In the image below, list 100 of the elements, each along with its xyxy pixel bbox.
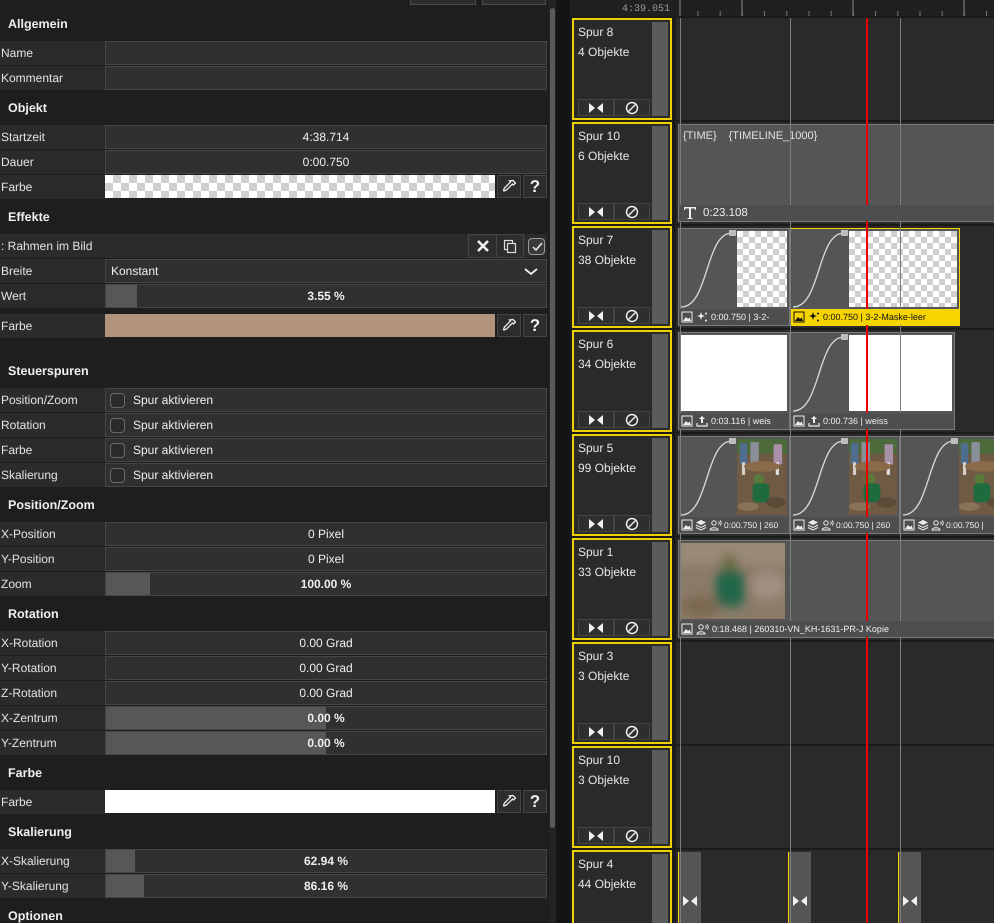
- track-name: Spur 10: [578, 128, 622, 144]
- track-header[interactable]: Spur 10 6 Objekte: [572, 122, 672, 224]
- track-header[interactable]: Spur 10 3 Objekte: [572, 746, 672, 848]
- clip-caption: 0:18.468 | 260310-VN_KH-1631-PR-J Kopie: [712, 624, 889, 634]
- transition-button[interactable]: [578, 827, 614, 844]
- timeline-clip[interactable]: 0:00.750 | 260: [790, 436, 900, 534]
- color-swatch[interactable]: [105, 175, 495, 198]
- disable-button[interactable]: [614, 827, 650, 844]
- disable-button[interactable]: [614, 99, 650, 116]
- eyedropper-icon: [502, 318, 516, 333]
- bowtie-icon: [589, 102, 603, 112]
- image-icon: [681, 623, 693, 635]
- text-field[interactable]: [105, 41, 547, 65]
- transition-button[interactable]: [578, 203, 614, 220]
- text-field[interactable]: 0.00 Grad: [105, 681, 547, 705]
- transition-marker[interactable]: [898, 852, 921, 923]
- track-header[interactable]: Spur 7 38 Objekte: [572, 226, 672, 328]
- person-sound-icon: [821, 519, 834, 531]
- track-name: Spur 5: [578, 440, 614, 456]
- checkbox[interactable]: [110, 392, 125, 408]
- disable-button[interactable]: [614, 203, 650, 220]
- checkbox-label[interactable]: Spur aktivieren: [133, 443, 214, 457]
- field-label: Wert: [0, 284, 105, 308]
- transition-marker[interactable]: [788, 852, 811, 923]
- text-field[interactable]: 0:00.750: [105, 150, 547, 174]
- checkbox[interactable]: [110, 442, 125, 458]
- disable-button[interactable]: [614, 723, 650, 740]
- section-title: Effekte: [8, 210, 50, 224]
- section-title: Objekt: [8, 101, 47, 115]
- field-label: Farbe: [0, 790, 105, 814]
- value-slider[interactable]: 62.94 %: [105, 849, 547, 873]
- checkbox-label[interactable]: Spur aktivieren: [133, 418, 214, 432]
- text-field[interactable]: 0.00 Grad: [105, 656, 547, 680]
- value-slider[interactable]: 3.55 %: [105, 284, 547, 308]
- scrollbar-thumb[interactable]: [550, 8, 555, 828]
- transition-button[interactable]: [578, 307, 614, 324]
- help-button[interactable]: ?: [523, 175, 547, 198]
- transition-button[interactable]: [578, 515, 614, 532]
- dropdown[interactable]: Konstant: [105, 259, 547, 283]
- effect-title: : Rahmen im Bild: [1, 239, 92, 253]
- field-label: Rotation: [0, 413, 105, 437]
- bowtie-icon: [589, 830, 603, 840]
- help-button[interactable]: ?: [523, 314, 547, 337]
- track-header[interactable]: Spur 6 34 Objekte: [572, 330, 672, 432]
- text-field[interactable]: 4:38.714: [105, 125, 547, 149]
- object-count: 3 Objekte: [578, 668, 630, 684]
- transition-marker[interactable]: [678, 852, 701, 923]
- text-field[interactable]: 0 Pixel: [105, 522, 547, 546]
- timeline-clip[interactable]: 0:00.750 |: [900, 436, 994, 534]
- disable-button[interactable]: [614, 515, 650, 532]
- track-name: Spur 4: [578, 856, 614, 872]
- text-field[interactable]: 0 Pixel: [105, 547, 547, 571]
- transition-button[interactable]: [578, 411, 614, 428]
- color-swatch[interactable]: [105, 314, 495, 337]
- eyedropper-button[interactable]: [497, 790, 521, 813]
- timeline-clip[interactable]: 0:00.750 | 3-2-: [678, 228, 790, 326]
- transition-button[interactable]: [578, 99, 614, 116]
- value-slider[interactable]: 86.16 %: [105, 874, 547, 898]
- disable-button[interactable]: [614, 307, 650, 324]
- object-count: 3 Objekte: [578, 772, 630, 788]
- eyedropper-button[interactable]: [497, 175, 521, 198]
- prohibited-icon: [625, 620, 639, 634]
- timeline-clip[interactable]: 0:00.736 | weiss: [790, 332, 955, 430]
- track-header[interactable]: Spur 1 33 Objekte: [572, 538, 672, 640]
- checkbox[interactable]: [528, 238, 545, 254]
- timeline-clip[interactable]: 0:03.116 | weis: [678, 332, 790, 430]
- checkbox[interactable]: [110, 468, 125, 482]
- prohibited-icon: [625, 100, 639, 114]
- checkbox[interactable]: [110, 418, 125, 432]
- disable-button[interactable]: [614, 411, 650, 428]
- eyedropper-button[interactable]: [497, 314, 521, 337]
- image-icon: [681, 519, 693, 531]
- layers-icon: [695, 519, 707, 531]
- timeline-clip[interactable]: 0:00.750 | 260: [678, 436, 790, 534]
- color-swatch[interactable]: [105, 790, 495, 813]
- clip-caption: 0:00.750 | 260: [724, 520, 778, 530]
- field-label: Z-Rotation: [0, 681, 105, 705]
- text-field[interactable]: [105, 66, 547, 90]
- track-name: Spur 3: [578, 648, 614, 664]
- image-icon: [681, 415, 693, 427]
- transition-button[interactable]: [578, 723, 614, 740]
- timeline-clip[interactable]: 0:00.750 | 3-2-Maske-leer: [790, 228, 960, 326]
- track-header[interactable]: Spur 8 4 Objekte: [572, 18, 672, 120]
- value-slider[interactable]: 0.00 %: [105, 731, 547, 755]
- track-header[interactable]: Spur 4 44 Objekte: [572, 850, 672, 923]
- timeline-clip[interactable]: 0:18.468 | 260310-VN_KH-1631-PR-J Kopie: [678, 540, 994, 638]
- value-slider[interactable]: 100.00 %: [105, 572, 547, 596]
- track-header[interactable]: Spur 5 99 Objekte: [572, 434, 672, 536]
- field-label: X-Zentrum: [0, 706, 105, 730]
- help-button[interactable]: ?: [523, 790, 547, 813]
- track-header[interactable]: Spur 3 3 Objekte: [572, 642, 672, 744]
- value-slider[interactable]: 0.00 %: [105, 706, 547, 730]
- text-field[interactable]: 0.00 Grad: [105, 631, 547, 655]
- checkbox-label[interactable]: Spur aktivieren: [133, 468, 214, 482]
- disable-button[interactable]: [614, 619, 650, 636]
- transition-button[interactable]: [578, 619, 614, 636]
- checkbox-label[interactable]: Spur aktivieren: [133, 393, 214, 407]
- timeline-clip[interactable]: {TIME} {TIMELINE_1000} 0:23.108: [678, 124, 994, 222]
- check-icon: [530, 240, 542, 252]
- object-count: 6 Objekte: [578, 148, 630, 164]
